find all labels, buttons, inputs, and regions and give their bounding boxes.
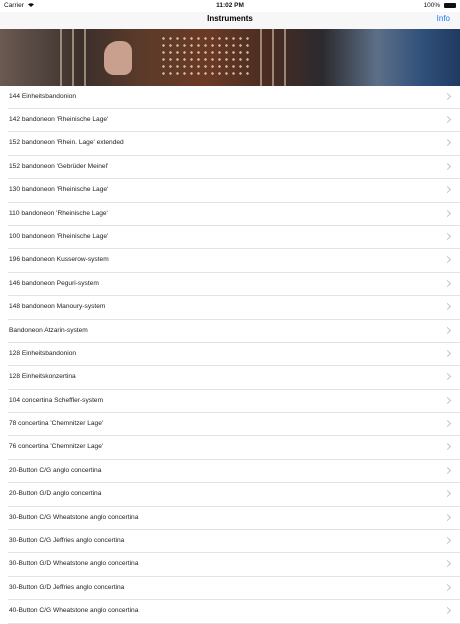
chevron-right-icon <box>443 303 452 311</box>
header-photo-accordion <box>0 29 460 86</box>
chevron-right-icon <box>443 256 452 264</box>
chevron-right-icon <box>443 466 452 474</box>
chevron-right-icon <box>443 396 452 404</box>
list-item[interactable]: 30-Button G/D Jeffries anglo concertina <box>8 577 460 601</box>
battery-percent: 100% <box>423 2 441 9</box>
instrument-label: 40-Button C/G Wheatstone anglo concertin… <box>9 607 139 615</box>
list-item[interactable]: 100 bandoneon 'Rheinische Lage' <box>8 226 460 250</box>
status-bar: Carrier 11:02 PM 100% <box>0 0 460 12</box>
list-item[interactable]: 30-Button C/G Jeffries anglo concertina <box>8 530 460 554</box>
instrument-label: 78 concertina 'Chemnitzer Lage' <box>9 420 104 428</box>
instrument-label: 20-Button C/G anglo concertina <box>9 466 102 474</box>
chevron-right-icon <box>443 349 452 357</box>
hand-shape <box>104 41 132 75</box>
instrument-label: 30-Button G/D Wheatstone anglo concertin… <box>9 560 139 568</box>
list-item[interactable]: 144 Einheitsbandonion <box>8 86 460 109</box>
instrument-label: 104 concertina Scheffler-system <box>9 396 104 404</box>
instrument-label: 30-Button G/D Jeffries anglo concertina <box>9 583 125 591</box>
chevron-right-icon <box>443 607 452 615</box>
list-item[interactable]: 20-Button G/D anglo concertina <box>8 483 460 507</box>
list-item[interactable]: 130 bandoneon 'Rheinische Lage' <box>8 179 460 203</box>
chevron-right-icon <box>443 162 452 170</box>
list-item[interactable]: 152 bandoneon 'Rhein. Lage' extended <box>8 132 460 156</box>
bellows-pleat <box>284 29 286 86</box>
chevron-right-icon <box>443 583 452 591</box>
battery-icon <box>444 2 456 8</box>
navigation-bar: Instruments Info <box>0 12 460 29</box>
instrument-label: 20-Button G/D anglo concertina <box>9 490 102 498</box>
instrument-label: 100 bandoneon 'Rheinische Lage' <box>9 232 109 240</box>
list-item[interactable]: Bandoneon Atzarin-system <box>8 320 460 343</box>
list-item[interactable]: 76 concertina 'Chemnitzer Lage' <box>8 436 460 460</box>
list-item[interactable]: 196 bandoneon Kusserow-system <box>8 249 460 273</box>
chevron-right-icon <box>443 186 452 194</box>
list-item[interactable]: 142 bandoneon 'Rheinische Lage' <box>8 109 460 133</box>
instrument-label: Bandoneon Atzarin-system <box>9 326 88 334</box>
instrument-list: 144 Einheitsbandonion 142 bandoneon 'Rhei… <box>0 86 460 624</box>
bellows-pleat <box>60 29 62 86</box>
chevron-right-icon <box>443 326 452 334</box>
bellows-pleat <box>84 29 86 86</box>
instrument-label: 30-Button C/G Wheatstone anglo concertin… <box>9 513 139 521</box>
instrument-label: 128 Einheitsbandonion <box>9 349 77 357</box>
chevron-right-icon <box>443 115 452 124</box>
chevron-right-icon <box>443 536 452 545</box>
instrument-label: 142 bandoneon 'Rheinische Lage' <box>9 116 109 123</box>
list-item[interactable]: 128 Einheitsbandonion <box>8 343 460 367</box>
chevron-right-icon <box>443 443 452 451</box>
instrument-label: 148 bandoneon Manoury-system <box>9 303 106 311</box>
bellows-pleat <box>272 29 274 86</box>
instrument-label: 110 bandoneon 'Rheinische Lage' <box>9 209 108 217</box>
list-item[interactable]: 104 concertina Scheffler-system <box>8 390 460 414</box>
battery-indicator: 100% <box>424 2 456 9</box>
chevron-right-icon <box>443 232 452 240</box>
list-item[interactable]: 30-Button C/G Wheatstone anglo concertin… <box>8 507 460 531</box>
chevron-right-icon <box>443 209 452 217</box>
list-item[interactable]: 78 concertina 'Chemnitzer Lage' <box>8 413 460 437</box>
instrument-label: 144 Einheitsbandonion <box>9 93 77 100</box>
list-item[interactable]: 148 bandoneon Manoury-system <box>8 296 460 320</box>
chevron-right-icon <box>443 92 452 101</box>
status-time: 11:02 PM <box>216 2 244 9</box>
instrument-label: 30-Button C/G Jeffries anglo concertina <box>9 537 125 545</box>
button-pattern <box>160 35 250 79</box>
instrument-label: 128 Einheitskonzertina <box>9 373 76 381</box>
chevron-right-icon <box>443 560 452 568</box>
chevron-right-icon <box>443 139 452 147</box>
instrument-label: 152 bandoneon 'Gebrüder Meinel' <box>9 162 109 170</box>
list-item[interactable]: 110 bandoneon 'Rheinische Lage' <box>8 203 460 226</box>
chevron-right-icon <box>443 513 452 521</box>
instrument-label: 196 bandoneon Kusserow-system <box>9 256 109 264</box>
instrument-label: 76 concertina 'Chemnitzer Lage' <box>9 443 104 451</box>
instrument-label: 130 bandoneon 'Rheinische Lage' <box>9 186 109 194</box>
instrument-label: 152 bandoneon 'Rhein. Lage' extended <box>9 139 124 147</box>
list-item[interactable]: 128 Einheitskonzertina <box>8 366 460 390</box>
list-item[interactable]: 146 bandoneon Peguri-system <box>8 273 460 297</box>
info-button[interactable]: Info <box>437 14 450 23</box>
list-item[interactable]: 20-Button C/G anglo concertina <box>8 460 460 484</box>
list-item[interactable]: 40-Button C/G Wheatstone anglo concertin… <box>8 600 460 624</box>
list-item[interactable]: 152 bandoneon 'Gebrüder Meinel' <box>8 156 460 180</box>
page-title: Instruments <box>207 14 253 23</box>
chevron-right-icon <box>443 490 452 498</box>
bellows-pleat <box>260 29 262 86</box>
bellows-pleat <box>72 29 74 86</box>
chevron-right-icon <box>443 373 452 381</box>
chevron-right-icon <box>443 279 452 287</box>
list-item[interactable]: 30-Button G/D Wheatstone anglo concertin… <box>8 553 460 577</box>
instrument-label: 146 bandoneon Peguri-system <box>9 279 99 287</box>
chevron-right-icon <box>443 420 452 428</box>
